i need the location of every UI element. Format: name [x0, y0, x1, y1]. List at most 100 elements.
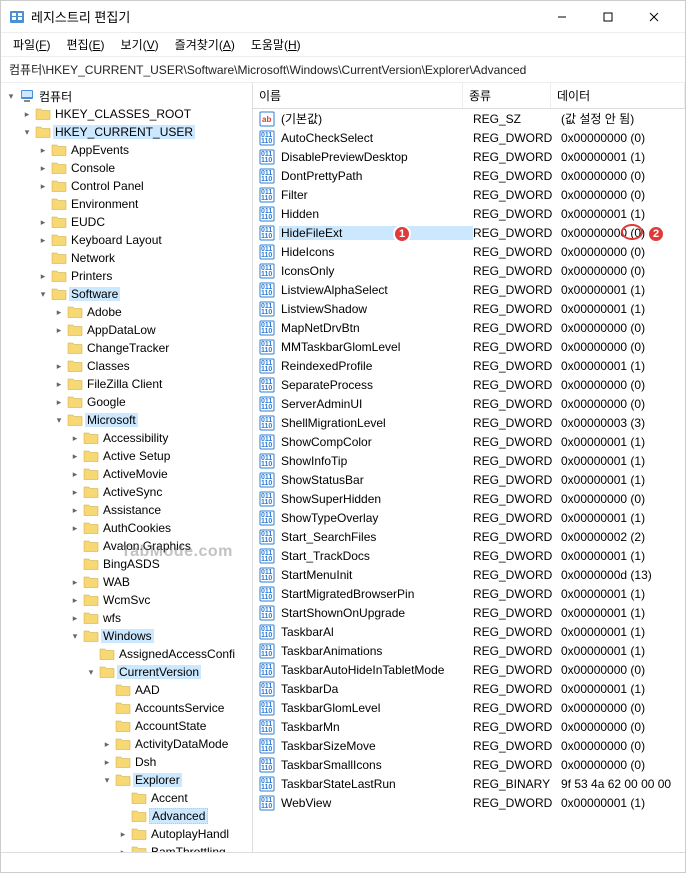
tree-item-microsoft[interactable]: ▾Microsoft — [1, 411, 252, 429]
list-row[interactable]: 011110ShowInfoTipREG_DWORD0x00000001 (1) — [253, 451, 685, 470]
tree-arrow-icon[interactable] — [69, 540, 81, 552]
menu-edit[interactable]: 편집(E) — [58, 34, 112, 55]
tree-arrow-icon[interactable]: ▸ — [37, 270, 49, 282]
tree-item-wfs[interactable]: ▸wfs — [1, 609, 252, 627]
tree-item-avalon[interactable]: Avalon.Graphics — [1, 537, 252, 555]
tree-arrow-icon[interactable]: ▸ — [69, 522, 81, 534]
tree-arrow-icon[interactable] — [117, 810, 129, 822]
list-row[interactable]: 011110Start_TrackDocsREG_DWORD0x00000001… — [253, 546, 685, 565]
list-row[interactable]: 011110HideIconsREG_DWORD0x00000000 (0) — [253, 242, 685, 261]
tree-arrow-icon[interactable]: ▸ — [101, 756, 113, 768]
tree-arrow-icon[interactable] — [69, 558, 81, 570]
list-row[interactable]: 011110TaskbarAlREG_DWORD0x00000001 (1) — [253, 622, 685, 641]
tree-arrow-icon[interactable]: ▸ — [37, 144, 49, 156]
tree-arrow-icon[interactable]: ▸ — [53, 324, 65, 336]
tree-item-activesync[interactable]: ▸ActiveSync — [1, 483, 252, 501]
list-row[interactable]: 011110ListviewAlphaSelectREG_DWORD0x0000… — [253, 280, 685, 299]
col-data[interactable]: 데이터 — [551, 83, 685, 108]
tree-arrow-icon[interactable] — [101, 684, 113, 696]
tree-item-activesetup[interactable]: ▸Active Setup — [1, 447, 252, 465]
tree-item-bingasds[interactable]: BingASDS — [1, 555, 252, 573]
maximize-button[interactable] — [585, 1, 631, 33]
tree-arrow-icon[interactable]: ▸ — [101, 738, 113, 750]
list-row[interactable]: 011110FilterREG_DWORD0x00000000 (0) — [253, 185, 685, 204]
tree-arrow-icon[interactable]: ▸ — [69, 450, 81, 462]
minimize-button[interactable] — [539, 1, 585, 33]
close-button[interactable] — [631, 1, 677, 33]
tree-item-advanced[interactable]: Advanced — [1, 807, 252, 825]
list-row[interactable]: 011110TaskbarAnimationsREG_DWORD0x000000… — [253, 641, 685, 660]
tree-item-authcookies[interactable]: ▸AuthCookies — [1, 519, 252, 537]
tree-arrow-icon[interactable]: ▾ — [5, 90, 17, 102]
tree-item-printers[interactable]: ▸Printers — [1, 267, 252, 285]
tree-arrow-icon[interactable]: ▸ — [117, 828, 129, 840]
tree-arrow-icon[interactable]: ▸ — [69, 486, 81, 498]
tree-item-root[interactable]: ▾컴퓨터 — [1, 87, 252, 105]
tree-arrow-icon[interactable]: ▸ — [53, 306, 65, 318]
tree-item-assistance[interactable]: ▸Assistance — [1, 501, 252, 519]
list-row[interactable]: 011110TaskbarAutoHideInTabletModeREG_DWO… — [253, 660, 685, 679]
list-row[interactable]: 011110ShowTypeOverlayREG_DWORD0x00000001… — [253, 508, 685, 527]
list-row[interactable]: 011110TaskbarSmallIconsREG_DWORD0x000000… — [253, 755, 685, 774]
col-type[interactable]: 종류 — [463, 83, 551, 108]
list-row[interactable]: 011110ReindexedProfileREG_DWORD0x0000000… — [253, 356, 685, 375]
tree-item-eudc[interactable]: ▸EUDC — [1, 213, 252, 231]
tree-arrow-icon[interactable]: ▾ — [37, 288, 49, 300]
tree-item-dsh[interactable]: ▸Dsh — [1, 753, 252, 771]
tree-arrow-icon[interactable]: ▸ — [21, 108, 33, 120]
tree-arrow-icon[interactable]: ▾ — [21, 126, 33, 138]
tree-arrow-icon[interactable] — [117, 792, 129, 804]
tree-item-currentversion[interactable]: ▾CurrentVersion — [1, 663, 252, 681]
tree-item-software[interactable]: ▾Software — [1, 285, 252, 303]
list-row[interactable]: 011110DisablePreviewDesktopREG_DWORD0x00… — [253, 147, 685, 166]
list-row[interactable]: 011110StartMigratedBrowserPinREG_DWORD0x… — [253, 584, 685, 603]
tree-item-hkcr[interactable]: ▸HKEY_CLASSES_ROOT — [1, 105, 252, 123]
list-row[interactable]: 011110DontPrettyPathREG_DWORD0x00000000 … — [253, 166, 685, 185]
tree-item-google[interactable]: ▸Google — [1, 393, 252, 411]
tree-item-changetracker[interactable]: ChangeTracker — [1, 339, 252, 357]
tree-arrow-icon[interactable] — [101, 702, 113, 714]
tree-item-wcmsvc[interactable]: ▸WcmSvc — [1, 591, 252, 609]
tree-arrow-icon[interactable]: ▾ — [85, 666, 97, 678]
tree-arrow-icon[interactable]: ▸ — [117, 846, 129, 852]
tree-item-adobe[interactable]: ▸Adobe — [1, 303, 252, 321]
tree-view[interactable]: ▾컴퓨터▸HKEY_CLASSES_ROOT▾HKEY_CURRENT_USER… — [1, 83, 253, 852]
tree-item-controlpanel[interactable]: ▸Control Panel — [1, 177, 252, 195]
menu-help[interactable]: 도움말(H) — [243, 34, 309, 55]
tree-item-autoplayhandl[interactable]: ▸AutoplayHandl — [1, 825, 252, 843]
tree-arrow-icon[interactable]: ▸ — [69, 468, 81, 480]
tree-item-hkcu[interactable]: ▾HKEY_CURRENT_USER — [1, 123, 252, 141]
list-row[interactable]: 011110Start_SearchFilesREG_DWORD0x000000… — [253, 527, 685, 546]
menu-file[interactable]: 파일(F) — [5, 34, 58, 55]
list-view[interactable]: 이름 종류 데이터 1 2 ab(기본값)REG_SZ(값 설정 안 됨)011… — [253, 83, 685, 852]
tree-item-environment[interactable]: Environment — [1, 195, 252, 213]
list-row[interactable]: 011110TaskbarGlomLevelREG_DWORD0x0000000… — [253, 698, 685, 717]
list-row[interactable]: 011110HiddenREG_DWORD0x00000001 (1) — [253, 204, 685, 223]
tree-arrow-icon[interactable] — [101, 720, 113, 732]
tree-arrow-icon[interactable]: ▸ — [37, 216, 49, 228]
menu-view[interactable]: 보기(V) — [113, 34, 167, 55]
tree-item-network[interactable]: Network — [1, 249, 252, 267]
list-row[interactable]: 011110ShowCompColorREG_DWORD0x00000001 (… — [253, 432, 685, 451]
list-row[interactable]: 011110ServerAdminUIREG_DWORD0x00000000 (… — [253, 394, 685, 413]
tree-arrow-icon[interactable]: ▾ — [101, 774, 113, 786]
list-row[interactable]: 011110IconsOnlyREG_DWORD0x00000000 (0) — [253, 261, 685, 280]
list-row[interactable]: 011110MapNetDrvBtnREG_DWORD0x00000000 (0… — [253, 318, 685, 337]
tree-arrow-icon[interactable]: ▾ — [53, 414, 65, 426]
tree-item-activitydatamode[interactable]: ▸ActivityDataMode — [1, 735, 252, 753]
tree-arrow-icon[interactable]: ▸ — [37, 180, 49, 192]
tree-item-aad[interactable]: AAD — [1, 681, 252, 699]
tree-item-filezilla[interactable]: ▸FileZilla Client — [1, 375, 252, 393]
tree-item-appevents[interactable]: ▸AppEvents — [1, 141, 252, 159]
tree-arrow-icon[interactable] — [85, 648, 97, 660]
tree-item-windows[interactable]: ▾Windows — [1, 627, 252, 645]
tree-arrow-icon[interactable]: ▸ — [53, 396, 65, 408]
tree-item-explorer[interactable]: ▾Explorer — [1, 771, 252, 789]
list-row[interactable]: 011110StartShownOnUpgradeREG_DWORD0x0000… — [253, 603, 685, 622]
tree-item-activemovie[interactable]: ▸ActiveMovie — [1, 465, 252, 483]
tree-arrow-icon[interactable]: ▾ — [69, 630, 81, 642]
list-row[interactable]: 011110TaskbarSizeMoveREG_DWORD0x00000000… — [253, 736, 685, 755]
list-row[interactable]: 011110ListviewShadowREG_DWORD0x00000001 … — [253, 299, 685, 318]
tree-item-accent[interactable]: Accent — [1, 789, 252, 807]
tree-arrow-icon[interactable]: ▸ — [69, 594, 81, 606]
